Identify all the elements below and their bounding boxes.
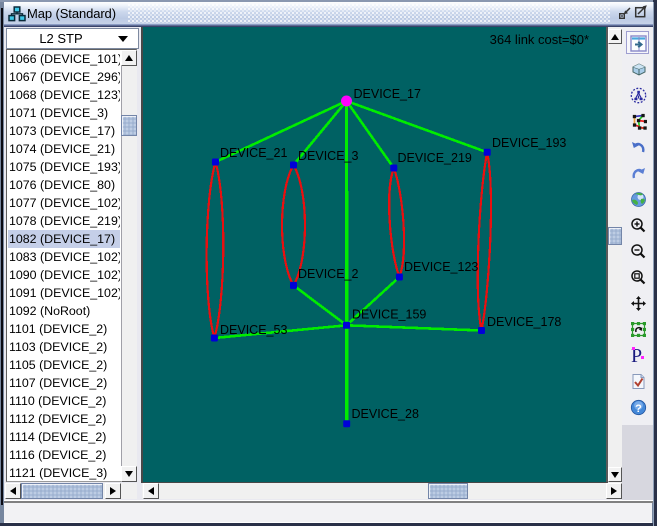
svg-text:DEVICE_178: DEVICE_178 xyxy=(487,315,561,329)
svg-text:364 link cost=$0*: 364 link cost=$0* xyxy=(490,32,589,47)
svg-text:DEVICE_2: DEVICE_2 xyxy=(298,267,358,281)
svg-text:DEVICE_193: DEVICE_193 xyxy=(492,136,566,150)
svg-text:?: ? xyxy=(635,403,642,415)
svg-text:DEVICE_28: DEVICE_28 xyxy=(352,407,419,421)
svg-text:DEVICE_219: DEVICE_219 xyxy=(398,151,472,165)
svg-text:DEVICE_53: DEVICE_53 xyxy=(220,323,287,337)
svg-text:DEVICE_17: DEVICE_17 xyxy=(354,87,421,101)
svg-text:DEVICE_159: DEVICE_159 xyxy=(352,308,426,322)
svg-text:DEVICE_21: DEVICE_21 xyxy=(220,146,287,160)
svg-text:DEVICE_3: DEVICE_3 xyxy=(298,149,358,163)
svg-text:DEVICE_123: DEVICE_123 xyxy=(404,260,478,274)
